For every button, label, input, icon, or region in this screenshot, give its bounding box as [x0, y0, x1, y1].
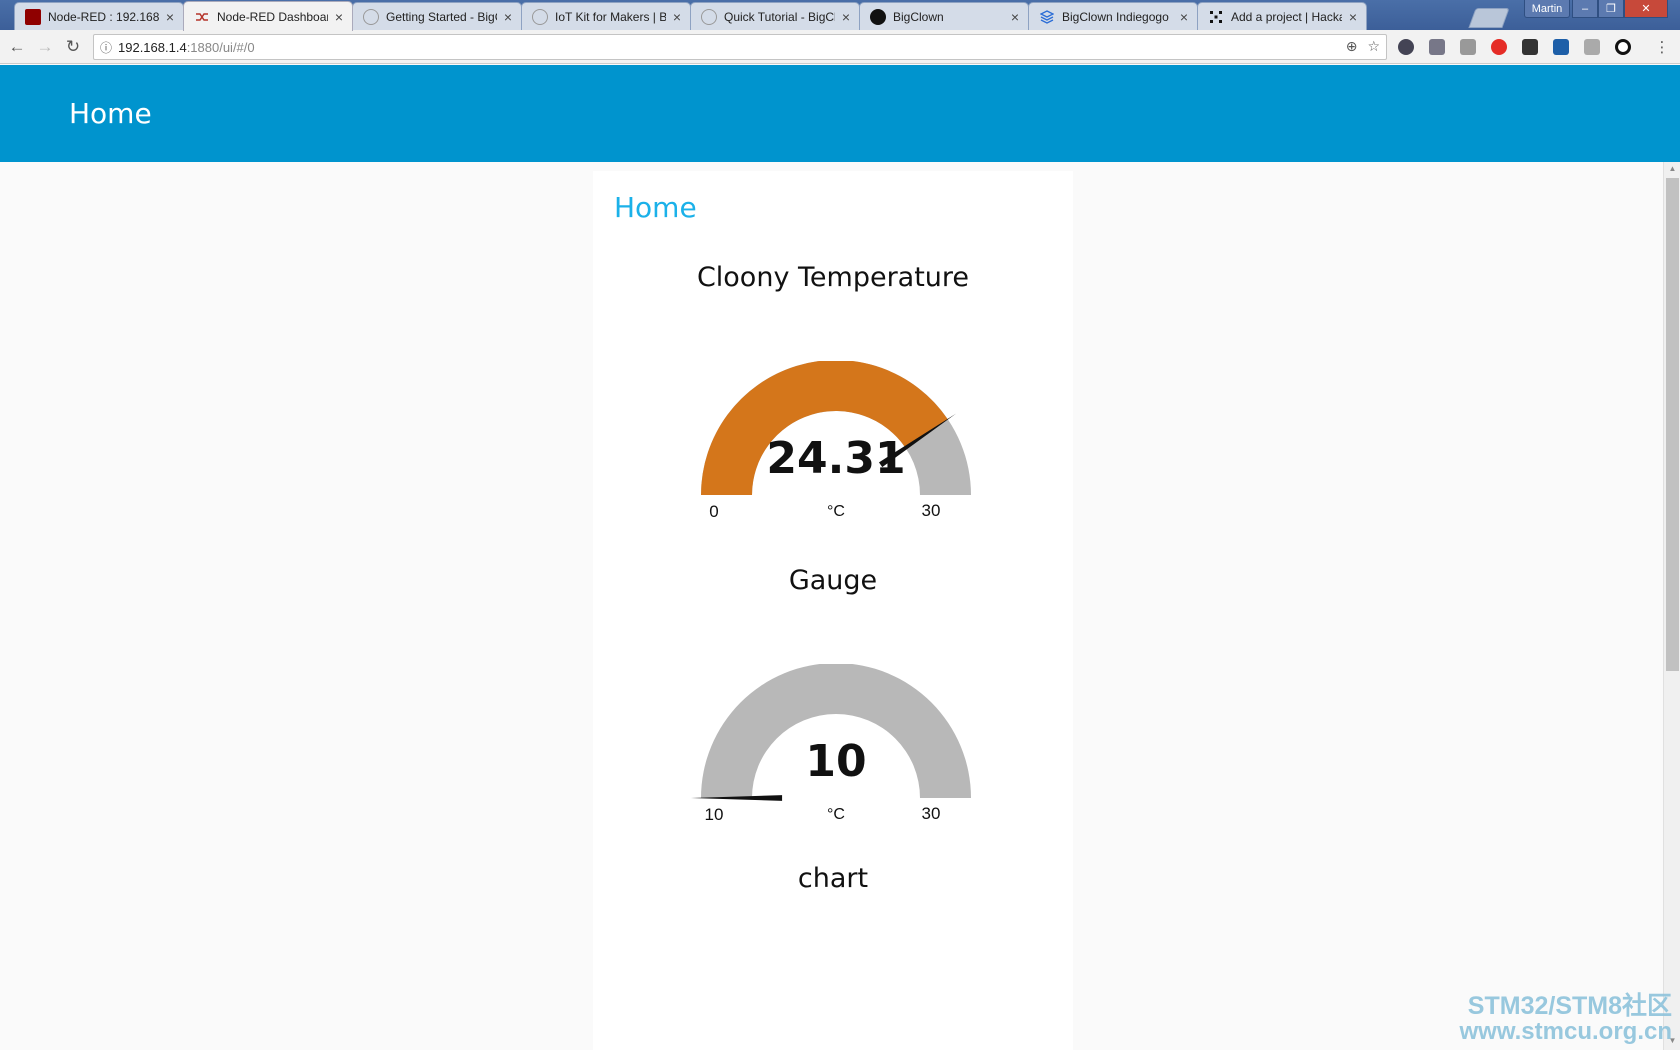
tab-node-red-editor[interactable]: Node-RED : 192.168.1.4 × — [14, 2, 184, 30]
node-red-favicon-icon — [194, 9, 210, 25]
address-bar[interactable]: ⓘ 192.168.1.4:1880/ui/#/0 ⊕ ☆ — [93, 34, 1387, 60]
layers-favicon-icon — [1039, 9, 1055, 25]
tab-close-icon[interactable]: × — [501, 9, 515, 25]
group-title: Home — [614, 191, 697, 224]
browser-tab-strip: Node-RED : 192.168.1.4 × Node-RED Dashbo… — [0, 0, 1680, 31]
extension-icon-5[interactable] — [1522, 39, 1538, 55]
tab-close-icon[interactable]: × — [1008, 9, 1022, 25]
forward-arrow-icon: → — [36, 37, 54, 56]
url-path: :1880/ui/#/0 — [186, 39, 255, 55]
bigclown-doc-favicon-icon — [532, 8, 548, 25]
kebab-menu-icon: ⋮ — [1654, 39, 1670, 56]
zoom-icon[interactable]: ⊕ — [1346, 38, 1358, 55]
url-host: 192.168.1.4 — [118, 39, 187, 55]
browser-menu-button[interactable]: ⋮ — [1650, 35, 1674, 59]
gauge-max-label: 30 — [921, 501, 941, 520]
tab-close-icon[interactable]: × — [332, 9, 346, 25]
tab-iot-kit[interactable]: IoT Kit for Makers | BigClown × — [521, 2, 691, 30]
tab-title: Getting Started - BigClown — [386, 9, 497, 24]
tab-title: Node-RED : 192.168.1.4 — [48, 9, 159, 24]
close-window-button[interactable]: ✕ — [1624, 0, 1668, 18]
tab-bigclown-indiegogo[interactable]: BigClown Indiegogo × — [1028, 2, 1198, 30]
tab-title: Node-RED Dashboard — [217, 9, 328, 24]
dashboard-page: Home Home Cloony Temperature 24.31 °C 0 … — [0, 65, 1680, 1050]
github-favicon-icon — [870, 8, 886, 25]
reload-icon: ↻ — [65, 37, 81, 56]
maximize-button[interactable]: ❐ — [1598, 0, 1624, 18]
back-button[interactable]: ← — [5, 35, 29, 59]
site-info-icon[interactable]: ⓘ — [94, 39, 118, 56]
watermark: STM32/STM8社区 www.stmcu.org.cn — [1459, 992, 1672, 1045]
extension-icon-8[interactable] — [1615, 39, 1631, 55]
tab-title: Quick Tutorial - BigClown — [724, 9, 835, 24]
tab-title: BigClown — [893, 9, 944, 24]
extension-icon-2[interactable] — [1429, 39, 1445, 55]
scroll-up-arrow-icon[interactable]: ▲ — [1664, 164, 1680, 176]
bigclown-doc-favicon-icon — [701, 8, 717, 25]
camera-extension-icon[interactable] — [1460, 39, 1476, 55]
gauge-units: °C — [827, 503, 845, 520]
page-scrollbar[interactable]: ▲ ▼ — [1663, 162, 1680, 1050]
temp-gauge-title: Cloony Temperature — [696, 262, 970, 293]
gauge-value: 10 — [805, 736, 867, 787]
profile-badge[interactable]: Martin — [1524, 0, 1570, 18]
temp-gauge: 24.31 °C 0 30 — [686, 361, 986, 561]
gauge-min-label: 0 — [709, 502, 719, 521]
minimize-button[interactable]: – — [1572, 0, 1598, 18]
extension-icon-6[interactable] — [1553, 39, 1569, 55]
gauge-title: Gauge — [788, 565, 878, 596]
tab-quick-tutorial[interactable]: Quick Tutorial - BigClown × — [690, 2, 860, 30]
tab-close-icon[interactable]: × — [670, 9, 684, 25]
tab-node-red-dashboard[interactable]: Node-RED Dashboard × — [183, 1, 353, 31]
page-title: Home — [69, 97, 152, 130]
tab-getting-started[interactable]: Getting Started - BigClown × — [352, 2, 522, 30]
hackaday-favicon-icon — [1208, 9, 1224, 25]
scroll-thumb[interactable] — [1666, 178, 1679, 671]
tab-title: IoT Kit for Makers | BigClown — [555, 9, 666, 24]
tab-bigclown-github[interactable]: BigClown × — [859, 2, 1029, 30]
browser-toolbar: ← → ↻ ⓘ 192.168.1.4:1880/ui/#/0 ⊕ ☆ ⋮ — [0, 30, 1680, 64]
bookmark-star-icon[interactable]: ☆ — [1367, 38, 1380, 55]
tab-close-icon[interactable]: × — [839, 9, 853, 25]
tab-close-icon[interactable]: × — [163, 9, 177, 25]
bigclown-doc-favicon-icon — [363, 8, 379, 25]
back-arrow-icon: ← — [8, 37, 26, 56]
tab-close-icon[interactable]: × — [1346, 9, 1360, 25]
tab-title: BigClown Indiegogo — [1062, 9, 1169, 24]
forward-button[interactable]: → — [33, 35, 57, 59]
gauge-units: °C — [827, 806, 845, 823]
extension-icon-1[interactable] — [1398, 39, 1414, 55]
reload-button[interactable]: ↻ — [61, 35, 85, 59]
new-tab-button[interactable] — [1468, 8, 1510, 28]
tab-title: Add a project | Hackaday — [1231, 9, 1342, 24]
tab-hackaday[interactable]: Add a project | Hackaday × — [1197, 2, 1367, 30]
dashboard-header: Home — [0, 65, 1680, 162]
watermark-line-1: STM32/STM8社区 — [1467, 992, 1672, 1020]
tab-close-icon[interactable]: × — [1177, 9, 1191, 25]
dashboard-group-card: Home Cloony Temperature 24.31 °C 0 30 Ga… — [593, 171, 1073, 1050]
gauge-min-label: 10 — [704, 805, 724, 824]
plain-gauge: 10 °C 10 30 — [686, 664, 986, 864]
record-extension-icon[interactable] — [1491, 39, 1507, 55]
extension-icon-7[interactable] — [1584, 39, 1600, 55]
chart-title: chart — [797, 863, 869, 894]
gauge-value: 24.31 — [766, 433, 906, 484]
watermark-line-2: www.stmcu.org.cn — [1459, 1018, 1672, 1045]
gauge-max-label: 30 — [921, 804, 941, 823]
node-red-favicon-icon — [25, 8, 41, 25]
